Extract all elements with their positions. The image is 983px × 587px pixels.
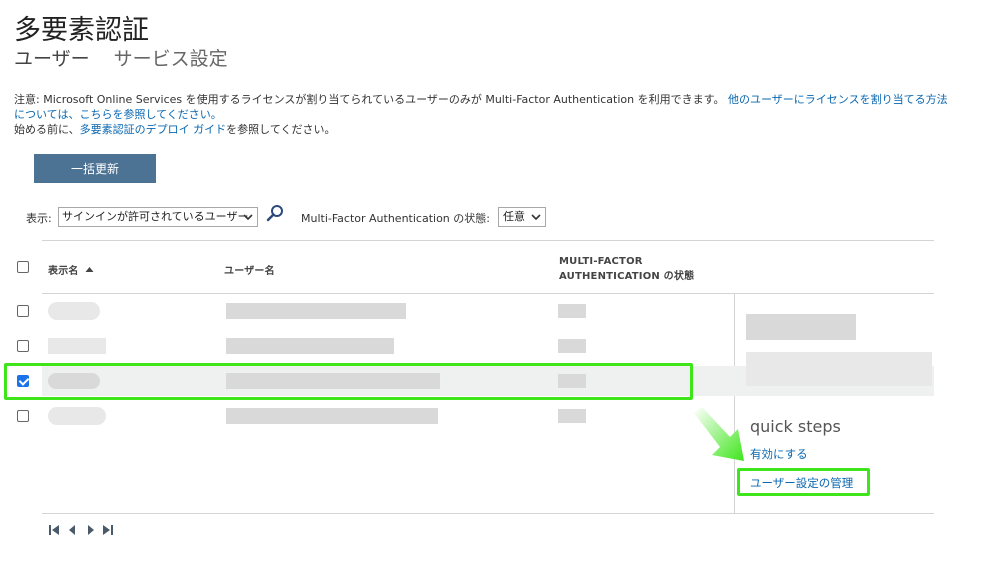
arrow-pointer-icon [694, 407, 744, 461]
mfa-filter-label: Multi-Factor Authentication の状態: [301, 212, 490, 225]
chevron-down-icon [531, 214, 541, 221]
view-filter-value: サインインが許可されているユーザー [62, 210, 249, 223]
page-title: 多要素認証 [14, 15, 149, 46]
row-checkbox[interactable] [17, 305, 29, 317]
table-row[interactable] [0, 333, 734, 359]
sort-up-icon [85, 267, 94, 272]
prev-page-icon[interactable] [66, 524, 78, 536]
manage-user-settings-highlight [737, 468, 870, 496]
select-all-checkbox[interactable] [17, 261, 29, 273]
last-page-icon[interactable] [102, 524, 114, 536]
redacted-detail-info [746, 352, 932, 386]
row-checkbox[interactable] [17, 340, 29, 352]
quick-steps-title: quick steps [750, 417, 841, 436]
column-mfa-line2: AUTHENTICATION の状態 [559, 271, 695, 282]
column-header-display-name[interactable]: 表示名 [48, 262, 94, 277]
notice-text: 注意: Microsoft Online Services を使用するライセンス… [14, 93, 725, 106]
mfa-filter-value: 任意 [503, 210, 525, 223]
table-top-border [42, 240, 934, 241]
table-bottom-border [42, 513, 934, 514]
notice-suffix: を参照してください。 [226, 123, 336, 136]
bulk-update-button[interactable]: 一括更新 [34, 154, 156, 183]
next-page-icon[interactable] [85, 524, 97, 536]
enable-link[interactable]: 有効にする [750, 446, 808, 462]
mfa-filter-select[interactable]: 任意 [498, 207, 546, 227]
tab-service-settings[interactable]: サービス設定 [114, 48, 228, 70]
table-row[interactable] [0, 298, 734, 324]
view-filter-label: 表示: [26, 212, 52, 225]
redacted-user-name [226, 338, 394, 354]
first-page-icon[interactable] [48, 524, 60, 536]
chevron-down-icon [243, 214, 253, 221]
tab-bar: ユーザー サービス設定 [14, 44, 246, 71]
redacted-mfa-status [558, 304, 586, 318]
notice-prefix: 始める前に、 [14, 123, 80, 136]
redacted-display-name [48, 407, 106, 425]
license-notice: 注意: Microsoft Online Services を使用するライセンス… [14, 92, 949, 137]
tab-users[interactable]: ユーザー [14, 48, 90, 70]
column-mfa-line1: MULTI-FACTOR [559, 256, 643, 267]
table-row[interactable] [0, 403, 734, 429]
row-checkbox[interactable] [17, 410, 29, 422]
deployment-guide-link[interactable]: 多要素認証のデプロイ ガイド [80, 123, 227, 136]
redacted-user-name [226, 303, 406, 319]
redacted-display-name [48, 338, 106, 354]
redacted-mfa-status [558, 339, 586, 353]
selected-row-highlight [4, 363, 693, 400]
search-icon[interactable] [266, 204, 284, 222]
column-display-name-label: 表示名 [48, 266, 79, 277]
redacted-mfa-status [558, 409, 586, 423]
details-divider [734, 294, 735, 513]
view-filter-select[interactable]: サインインが許可されているユーザー [58, 207, 258, 227]
redacted-detail-name [746, 314, 856, 340]
redacted-user-name [226, 408, 438, 424]
table-header-border [42, 293, 934, 294]
column-header-user-name[interactable]: ユーザー名 [224, 262, 275, 277]
redacted-display-name [48, 302, 100, 320]
column-header-mfa-status[interactable]: MULTI-FACTOR AUTHENTICATION の状態 [559, 254, 694, 284]
